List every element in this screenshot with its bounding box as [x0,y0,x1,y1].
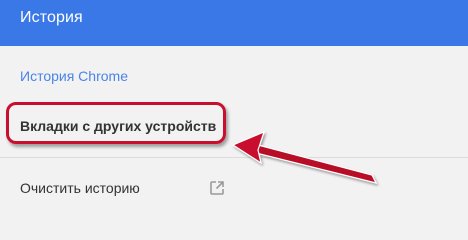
sidebar-item-label: Очистить историю [20,180,140,196]
divider [0,157,468,158]
open-in-new-icon[interactable] [208,179,226,197]
highlight-annotation [6,102,226,144]
page-title: История [20,9,83,26]
sidebar-item-chrome-history[interactable]: История Chrome [0,62,468,90]
app-header: История [0,0,468,46]
sidebar-item-clear-history[interactable]: Очистить историю [0,172,468,204]
sidebar-item-label: История Chrome [20,68,128,84]
